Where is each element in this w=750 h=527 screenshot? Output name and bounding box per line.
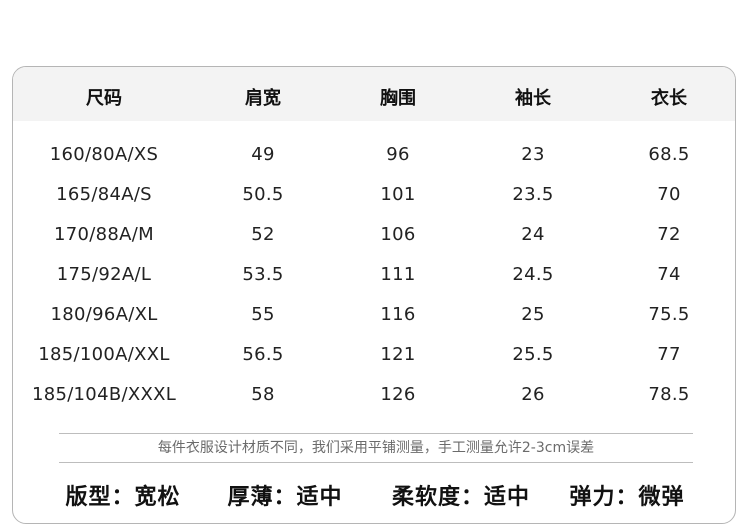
- cell-sleeve: 25.5: [512, 344, 554, 365]
- cell-shoulder: 49: [251, 144, 275, 165]
- cell-length: 70: [657, 184, 681, 205]
- cell-shoulder: 56.5: [242, 344, 284, 365]
- cell-length: 68.5: [648, 144, 690, 165]
- header-chest: 胸围: [380, 88, 416, 109]
- cell-sleeve: 23: [521, 144, 545, 165]
- header-shoulder: 肩宽: [245, 88, 281, 109]
- cell-length: 74: [657, 264, 681, 285]
- cell-shoulder: 50.5: [242, 184, 284, 205]
- cell-size: 185/100A/XXL: [38, 344, 170, 365]
- cell-shoulder: 58: [251, 384, 275, 405]
- header-size: 尺码: [86, 88, 122, 109]
- cell-sleeve: 23.5: [512, 184, 554, 205]
- cell-chest: 106: [380, 224, 416, 245]
- cell-length: 72: [657, 224, 681, 245]
- cell-size: 170/88A/M: [54, 224, 154, 245]
- property-thickness: 厚薄：适中: [227, 485, 343, 510]
- cell-sleeve: 26: [521, 384, 545, 405]
- cell-size: 165/84A/S: [56, 184, 152, 205]
- cell-length: 75.5: [648, 304, 690, 325]
- cell-size: 175/92A/L: [56, 264, 152, 285]
- cell-chest: 121: [380, 344, 416, 365]
- header-length: 衣长: [651, 88, 687, 109]
- cell-chest: 96: [386, 144, 410, 165]
- size-chart-card: 尺码 肩宽 胸围 袖长 衣长 160/80A/XS 49 96 23 68.5 …: [12, 66, 736, 524]
- cell-shoulder: 53.5: [242, 264, 284, 285]
- cell-sleeve: 24: [521, 224, 545, 245]
- cell-size: 185/104B/XXXL: [31, 384, 177, 405]
- cell-sleeve: 24.5: [512, 264, 554, 285]
- cell-chest: 111: [380, 264, 416, 285]
- cell-size: 180/96A/XL: [50, 304, 158, 325]
- fabric-properties: 版型：宽松 厚薄：适中 柔软度：适中 弹力：微弹: [13, 479, 735, 513]
- cell-shoulder: 55: [251, 304, 275, 325]
- property-elasticity: 弹力：微弹: [569, 485, 685, 510]
- property-softness: 柔软度：适中: [391, 485, 531, 510]
- measurement-note: 每件衣服设计材质不同，我们采用平铺测量，手工测量允许2-3cm误差: [59, 433, 693, 463]
- table-header: 尺码 肩宽 胸围 袖长 衣长: [13, 67, 735, 121]
- cell-chest: 116: [380, 304, 416, 325]
- cell-length: 78.5: [648, 384, 690, 405]
- cell-size: 160/80A/XS: [49, 144, 159, 165]
- cell-length: 77: [657, 344, 681, 365]
- cell-sleeve: 25: [521, 304, 545, 325]
- cell-shoulder: 52: [251, 224, 275, 245]
- header-sleeve: 袖长: [515, 88, 551, 109]
- cell-chest: 126: [380, 384, 416, 405]
- cell-chest: 101: [380, 184, 416, 205]
- property-fit: 版型：宽松: [65, 485, 181, 510]
